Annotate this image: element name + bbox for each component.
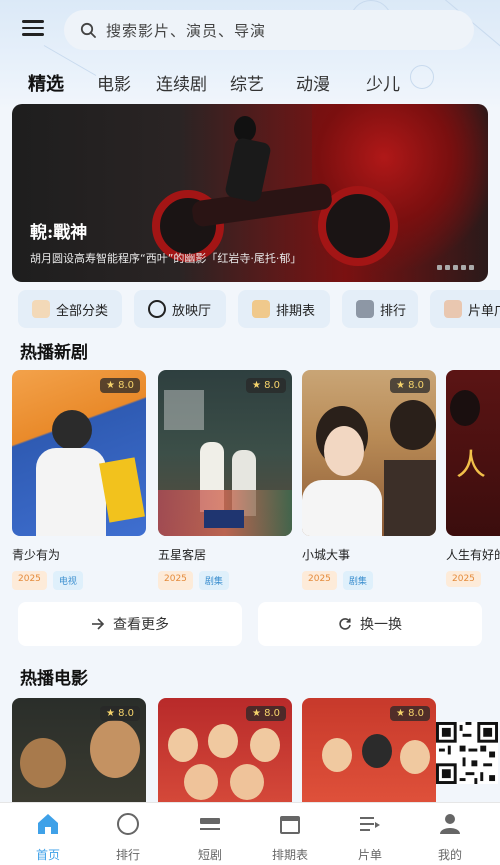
cat-icon [32,300,50,318]
year-tag: 2025 [12,571,47,590]
cat-icon [252,300,270,318]
nav-schedule[interactable]: 排期表 [260,811,320,863]
poster-image: ★ 8.0 [158,370,292,536]
rating-badge: ★ 8.0 [99,706,140,721]
card-title: 青少有为 [12,548,61,562]
all-categories-button[interactable]: 全部分类 [18,290,122,328]
category-tabs: 精选 电影 连续剧 综艺 动漫 少儿 [0,62,500,102]
poster-image: ★ 8.0 [302,370,436,536]
tv-icon [200,818,220,830]
hot-movie-title: 热播电影 [20,669,88,689]
nav-label: 短剧 [197,848,222,862]
view-more-label: 查看更多 [113,617,169,633]
schedule-button[interactable]: 排期表 [238,290,330,328]
nav-playlist[interactable]: 片单 [340,811,400,863]
circle-icon [117,813,139,835]
banner-subtitle: 胡月圆设高寿智能程序“西叶”的幽影「红岩寺·尾托·郁」 [30,252,302,265]
rating-badge: ★ 8.0 [389,378,430,393]
drama-card[interactable]: ★ 8.0 小城大事 2025 剧集 [302,370,436,590]
tab-series[interactable]: 连续剧 [156,70,207,95]
playlist-button[interactable]: 片单广 [430,290,500,328]
tab-anime[interactable]: 动漫 [296,70,330,95]
year-tag: 2025 [158,571,193,590]
banner-title: 輗:戰神 [30,223,88,243]
rating-badge: ★ 8.0 [99,378,140,393]
type-tag: 剧集 [342,571,373,590]
search-placeholder: 搜索影片、演员、导演 [106,21,267,40]
drama-card[interactable]: ★ 8.0 五星客居 2025 剧集 [158,370,292,590]
refresh-icon [339,618,351,630]
search-input[interactable]: 搜索影片、演员、导演 [64,10,474,50]
quick-actions: 全部分类 放映厅 排期表 排行 片单广 [0,290,500,330]
circle-icon [148,300,166,318]
nav-home[interactable]: 首页 [18,811,78,863]
banner-indicator [437,265,474,270]
screening-room-button[interactable]: 放映厅 [134,290,226,328]
menu-icon[interactable] [22,20,44,38]
list-icon [360,817,380,831]
poster-image: 人 [446,370,500,536]
card-title: 五星客居 [158,548,207,562]
movie-card[interactable]: ★ 8.0 [302,698,436,808]
tab-variety[interactable]: 综艺 [230,70,264,95]
drama-card[interactable]: 人 人生有好的 2025 [446,370,500,587]
nav-label: 我的 [437,848,462,862]
movie-card[interactable]: ★ 8.0 [158,698,292,808]
tab-featured[interactable]: 精选 [28,70,64,96]
user-icon [440,814,460,834]
bottom-navigation: 首页 排行 短剧 排期表 片单 我的 [0,802,500,865]
refresh-label: 换一换 [360,617,402,633]
drama-card[interactable]: ★ 8.0 青少有为 2025 电视 [12,370,146,590]
poster-image: ★ 8.0 [12,698,146,808]
home-icon [38,814,58,834]
ranking-button[interactable]: 排行 [342,290,418,328]
nav-label: 排期表 [271,848,308,862]
quick-label: 放映厅 [172,303,212,319]
card-title: 小城大事 [302,548,351,562]
view-more-button[interactable]: 查看更多 [18,602,242,646]
search-icon [80,22,96,38]
arrow-right-icon [92,618,105,630]
tab-kids[interactable]: 少儿 [366,70,400,95]
year-tag: 2025 [446,571,481,587]
poster-image: ★ 8.0 [302,698,436,808]
card-title: 人生有好的 [446,548,500,562]
refresh-button[interactable]: 换一换 [258,602,482,646]
nav-label: 排行 [115,848,140,862]
movie-card[interactable]: ★ 8.0 [12,698,146,808]
nav-label: 首页 [35,848,60,862]
quick-label: 排行 [380,303,407,319]
quick-label: 全部分类 [56,303,109,319]
cat-icon [356,300,374,318]
nav-short-drama[interactable]: 短剧 [180,811,240,863]
nav-profile[interactable]: 我的 [420,811,480,863]
featured-banner[interactable]: 輗:戰神 胡月圆设高寿智能程序“西叶”的幽影「红岩寺·尾托·郁」 [12,104,488,282]
rating-badge: ★ 8.0 [389,706,430,721]
cat-icon [444,300,462,318]
poster-image: ★ 8.0 [158,698,292,808]
nav-ranking[interactable]: 排行 [98,811,158,863]
year-tag: 2025 [302,571,337,590]
type-tag: 电视 [52,571,83,590]
hot-drama-title: 热播新剧 [20,343,88,363]
quick-label: 排期表 [276,303,316,319]
rating-badge: ★ 8.0 [245,706,286,721]
poster-image: ★ 8.0 [12,370,146,536]
tab-movie[interactable]: 电影 [97,70,131,95]
rating-badge: ★ 8.0 [245,378,286,393]
nav-label: 片单 [357,848,382,862]
type-tag: 剧集 [198,571,229,590]
quick-label: 片单广 [468,303,500,319]
calendar-icon [280,816,300,834]
qr-code [436,722,498,784]
